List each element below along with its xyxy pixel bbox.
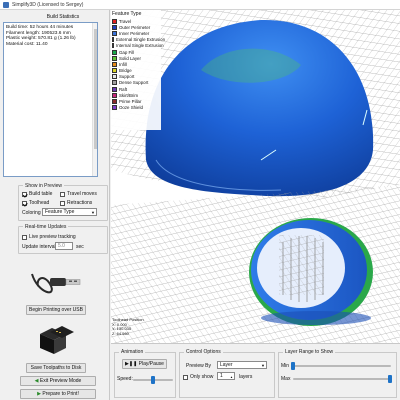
left-panel: Build Statistics Build time: 52 hours 44… [0,10,110,400]
legend-label: Skirt/Brim [119,92,139,98]
legend-swatch [112,80,117,86]
min-layer-slider-track[interactable] [293,365,391,367]
only-show-box[interactable] [183,374,188,380]
legend-label: Internal Single Extrusion [116,43,164,49]
legend-swatch [112,37,114,43]
toolhead-checkbox[interactable]: Toolhead [22,200,49,206]
legend-label: Bridge [119,68,132,74]
toolhead-box[interactable] [22,200,27,206]
show-in-preview-title: Show in Preview [23,183,64,189]
layer-range-group: Layer Range to Show [278,349,397,398]
legend-swatch [112,86,117,92]
realtime-updates-title: Real-time Updates [23,224,69,230]
save-toolpaths-button[interactable]: Save Toolpaths to Disk [26,363,86,373]
legend-label: Inner Perimeter [119,30,150,36]
animation-title: Animation [119,349,146,355]
legend-swatch [112,61,117,67]
coloring-select[interactable]: Feature Type ▼ [42,208,97,216]
stats-scrollbar[interactable] [92,23,97,176]
chevron-down-icon: ▼ [261,363,265,368]
toolhead-position: Toolhead Position X: 0.000 Y: 130.035 Z:… [112,317,144,336]
max-layer-slider-track[interactable] [293,378,391,380]
build-statistics-title: Build Statistics [46,14,80,20]
legend-swatch [112,49,117,55]
bottom-controls: Animation ▶❚❚ Play/Pause Speed: Control … [111,343,400,400]
legend-swatch [112,74,117,80]
legend-label: Outer Perimeter [119,24,151,30]
legend-label: Travel [119,18,132,24]
legend-swatch [112,24,117,30]
preview-viewport[interactable]: Feature Type Travel Outer Perimeter Inner … [111,10,400,343]
min-layer-slider-thumb[interactable] [291,362,295,370]
legend-swatch [112,55,117,61]
play-pause-icon: ▶❚❚ [125,361,138,367]
legend-item: External Single Extrusion [112,37,165,43]
legend-swatch [112,99,117,105]
legend-swatch [112,43,114,49]
prepare-to-print-button[interactable]: ▶ Prepare to Print! [20,389,96,399]
legend-swatch [112,105,117,111]
live-tracking-box[interactable] [22,234,27,240]
speed-slider-thumb[interactable] [151,376,155,384]
exit-preview-button[interactable]: ◀ Exit Preview Mode [20,376,96,386]
preview-by-label: Preview By [186,363,212,369]
app-icon [3,1,9,8]
play-pause-button[interactable]: ▶❚❚ Play/Pause [122,359,167,369]
title-bar: Simplify3D (Licensed to Sergey) [0,0,400,10]
control-options-title: Control Options [184,349,223,355]
legend-swatch [112,92,117,98]
legend-label: Gap Fill [119,49,135,55]
retractions-box[interactable] [60,200,65,206]
legend-item: Ooze Shield [112,105,161,111]
update-interval-label: Update interval [22,244,56,250]
window-title: Simplify3D (Licensed to Sergey) [12,1,84,8]
live-tracking-checkbox[interactable]: Live preview tracking [22,234,76,240]
layer-range-title: Layer Range to Show [283,349,336,355]
sd-card-icon [40,326,74,354]
legend-label: External Single Extrusion [116,37,166,43]
stat-material-cost: Material cost: 11.40 [6,41,48,47]
forward-arrow-icon: ▶ [37,391,42,397]
retractions-checkbox[interactable]: Retractions [60,200,92,206]
legend-label: Support [119,74,135,80]
legend-label: Solid Layer [119,55,141,61]
legend-swatch [112,18,117,24]
preview-by-select[interactable]: Layer ▼ [217,361,267,369]
begin-printing-usb-button[interactable]: Begin Printing over USB [26,305,86,315]
build-table-checkbox[interactable]: Build table [22,191,52,197]
max-layer-slider-thumb[interactable] [388,375,392,383]
speed-label: Speed: [117,376,133,382]
max-label: Max [281,376,291,382]
chevron-down-icon: ▼ [91,210,95,215]
update-interval-input[interactable]: 5.0 [55,242,73,250]
legend-label: Infill [119,61,127,67]
legend-label: Prime Pillar [119,99,142,105]
only-show-checkbox[interactable]: Only show [183,374,213,380]
legend-swatch [112,30,117,36]
legend-label: Raft [119,86,128,92]
layers-label: layers [239,374,253,380]
legend-label: Ooze Shield [119,105,143,111]
back-arrow-icon: ◀ [34,378,39,384]
build-table-box[interactable] [22,191,27,197]
min-label: Min [281,363,290,369]
update-interval-unit: sec [76,244,84,250]
travel-moves-box[interactable] [60,191,65,197]
legend-swatch [112,68,117,74]
toolhead-z: Z: 64.560 [112,330,129,336]
build-statistics-box: Build time: 52 hours 44 minutes Filament… [3,22,98,177]
spinner-icon: ▲ [230,375,233,379]
legend-item: Internal Single Extrusion [112,43,164,49]
coloring-label: Coloring [22,210,41,216]
layers-count-input[interactable]: 1 ▲ [217,372,235,380]
travel-moves-checkbox[interactable]: Travel moves [60,191,97,197]
feature-type-legend: Feature Type Travel Outer Perimeter Inner … [111,10,165,130]
legend-label: Dense Support [119,80,149,86]
legend-title: Feature Type [112,11,142,17]
usb-cable-icon [31,273,81,294]
